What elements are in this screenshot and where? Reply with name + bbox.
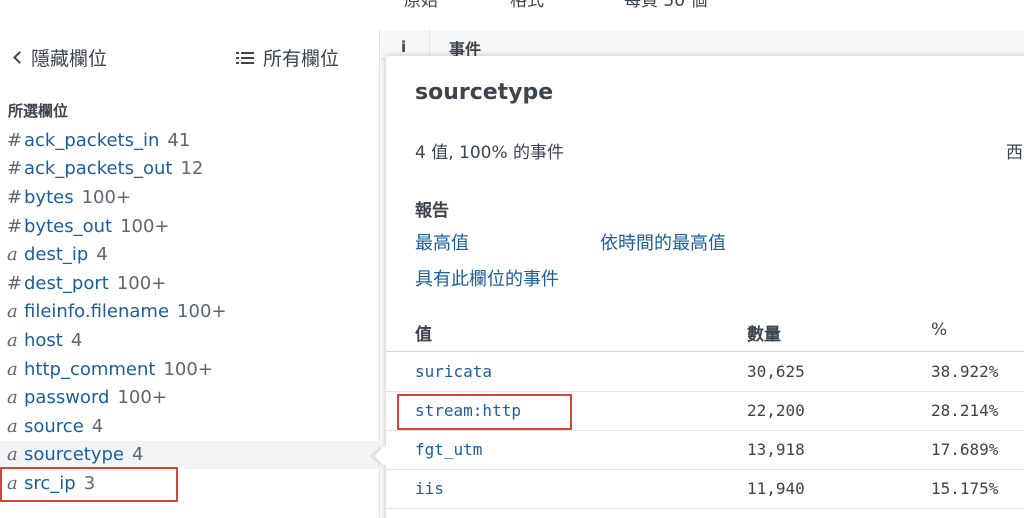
field-item-dest-port[interactable]: # dest_port 100+ <box>0 269 380 298</box>
sidebar-header: 隱藏欄位 所有欄位 <box>0 30 380 86</box>
splunk-search-app: 原始 格式 每頁 50 個 隱藏欄位 所有欄位 所選欄位 # ack_packe… <box>0 0 1024 518</box>
field-item-sourcetype[interactable]: a sourcetype 4 <box>0 440 380 470</box>
field-name: source <box>24 415 84 437</box>
selected-fields-list: # ack_packets_in 41 # ack_packets_out 12… <box>0 126 380 498</box>
all-fields-label: 所有欄位 <box>263 48 340 70</box>
percent-column-header: % <box>931 320 948 340</box>
value-link[interactable]: iis <box>415 479 444 498</box>
per-page-option[interactable]: 每頁 50 個 <box>624 0 707 11</box>
string-type-icon: a <box>7 358 18 380</box>
events-with-field-link[interactable]: 具有此欄位的事件 <box>415 265 559 291</box>
field-name: sourcetype <box>24 444 124 466</box>
field-count: 100+ <box>120 215 170 237</box>
field-name: bytes_out <box>24 215 113 237</box>
field-count: 100+ <box>117 387 167 409</box>
chevron-left-icon <box>13 51 26 64</box>
top-values-link[interactable]: 最高值 <box>415 229 469 255</box>
values-table-header: 值 數量 % <box>386 312 1024 352</box>
string-type-icon: a <box>7 415 18 437</box>
all-fields-button[interactable]: 所有欄位 <box>236 44 339 71</box>
hide-fields-label: 隱藏欄位 <box>31 48 108 70</box>
field-count: 100+ <box>177 301 227 323</box>
field-name: bytes <box>24 186 74 208</box>
value-count: 11,940 <box>747 479 805 498</box>
table-row: fgt_utm 13,918 17.689% <box>386 431 1024 470</box>
results-toolbar: 原始 格式 每頁 50 個 <box>380 0 1024 30</box>
field-item-ack-packets-out[interactable]: # ack_packets_out 12 <box>0 155 380 184</box>
selected-toggle-label[interactable]: 西 <box>1006 138 1023 163</box>
top-values-by-time-link[interactable]: 依時間的最高值 <box>600 229 726 255</box>
field-item-dest-ip[interactable]: a dest_ip 4 <box>0 240 380 269</box>
value-count: 13,918 <box>747 440 805 459</box>
value-percent: 28.214% <box>931 401 999 420</box>
value-link[interactable]: fgt_utm <box>415 440 482 459</box>
value-count: 22,200 <box>747 401 805 420</box>
string-type-icon: a <box>7 301 18 323</box>
field-name: ack_packets_out <box>24 158 173 180</box>
field-name: fileinfo.filename <box>24 301 170 323</box>
field-name: dest_ip <box>24 244 89 266</box>
string-type-icon: a <box>7 244 18 266</box>
field-count: 4 <box>91 415 104 437</box>
string-type-icon: a <box>7 444 18 466</box>
numeric-type-icon: # <box>7 186 23 208</box>
field-name: src_ip <box>24 472 76 494</box>
string-type-icon: a <box>7 329 18 351</box>
popover-summary: 4 值, 100% 的事件 <box>415 143 565 163</box>
info-column-icon: i <box>401 38 407 56</box>
numeric-type-icon: # <box>7 272 23 294</box>
field-item-host[interactable]: a host 4 <box>0 326 380 355</box>
field-name: host <box>24 329 63 351</box>
table-row: stream:http 22,200 28.214% <box>386 392 1024 431</box>
reports-title: 報告 <box>415 201 449 221</box>
value-percent: 15.175% <box>931 479 999 498</box>
value-column-header: 值 <box>415 325 432 345</box>
field-count: 4 <box>70 329 83 351</box>
field-name: dest_port <box>24 272 109 294</box>
selected-fields-title: 所選欄位 <box>8 102 69 120</box>
field-count: 100+ <box>116 272 167 294</box>
field-count: 100+ <box>81 186 132 208</box>
field-item-bytes[interactable]: # bytes 100+ <box>0 183 380 212</box>
raw-view-option[interactable]: 原始 <box>404 0 438 11</box>
table-row: suricata 30,625 38.922% <box>386 353 1024 392</box>
field-count: 4 <box>96 244 108 266</box>
numeric-type-icon: # <box>7 158 23 180</box>
field-name: ack_packets_in <box>24 129 160 151</box>
value-percent: 38.922% <box>931 362 999 381</box>
table-row: iis 11,940 15.175% <box>386 470 1024 509</box>
field-name: http_comment <box>24 358 156 380</box>
numeric-type-icon: # <box>7 129 23 151</box>
hide-fields-button[interactable]: 隱藏欄位 <box>12 44 107 71</box>
field-item-fileinfo-filename[interactable]: a fileinfo.filename 100+ <box>0 298 380 327</box>
field-item-bytes-out[interactable]: # bytes_out 100+ <box>0 212 380 241</box>
count-column-header: 數量 <box>747 325 781 345</box>
popover-title: sourcetype <box>415 80 554 105</box>
value-link[interactable]: stream:http <box>415 401 521 420</box>
value-percent: 17.689% <box>931 440 999 459</box>
field-item-source[interactable]: a source 4 <box>0 412 380 441</box>
string-type-icon: a <box>7 387 18 409</box>
field-item-ack-packets-in[interactable]: # ack_packets_in 41 <box>0 126 380 155</box>
list-icon <box>236 51 254 65</box>
field-name: password <box>24 387 110 409</box>
field-count: 4 <box>131 444 144 466</box>
field-item-src-ip[interactable]: a src_ip 3 <box>0 469 380 498</box>
field-count: 41 <box>167 129 191 151</box>
field-item-password[interactable]: a password 100+ <box>0 383 380 412</box>
fields-sidebar: 隱藏欄位 所有欄位 所選欄位 # ack_packets_in 41 # ack… <box>0 30 380 518</box>
string-type-icon: a <box>7 472 18 494</box>
field-summary-popover: sourcetype 4 值, 100% 的事件 西 報告 最高值 依時間的最高… <box>386 56 1024 518</box>
format-option[interactable]: 格式 <box>510 0 544 11</box>
field-item-http-comment[interactable]: a http_comment 100+ <box>0 355 380 384</box>
value-link[interactable]: suricata <box>415 362 492 381</box>
field-count: 100+ <box>163 358 213 380</box>
field-count: 3 <box>83 472 96 494</box>
value-count: 30,625 <box>747 362 805 381</box>
numeric-type-icon: # <box>7 215 23 237</box>
field-count: 12 <box>180 158 204 180</box>
